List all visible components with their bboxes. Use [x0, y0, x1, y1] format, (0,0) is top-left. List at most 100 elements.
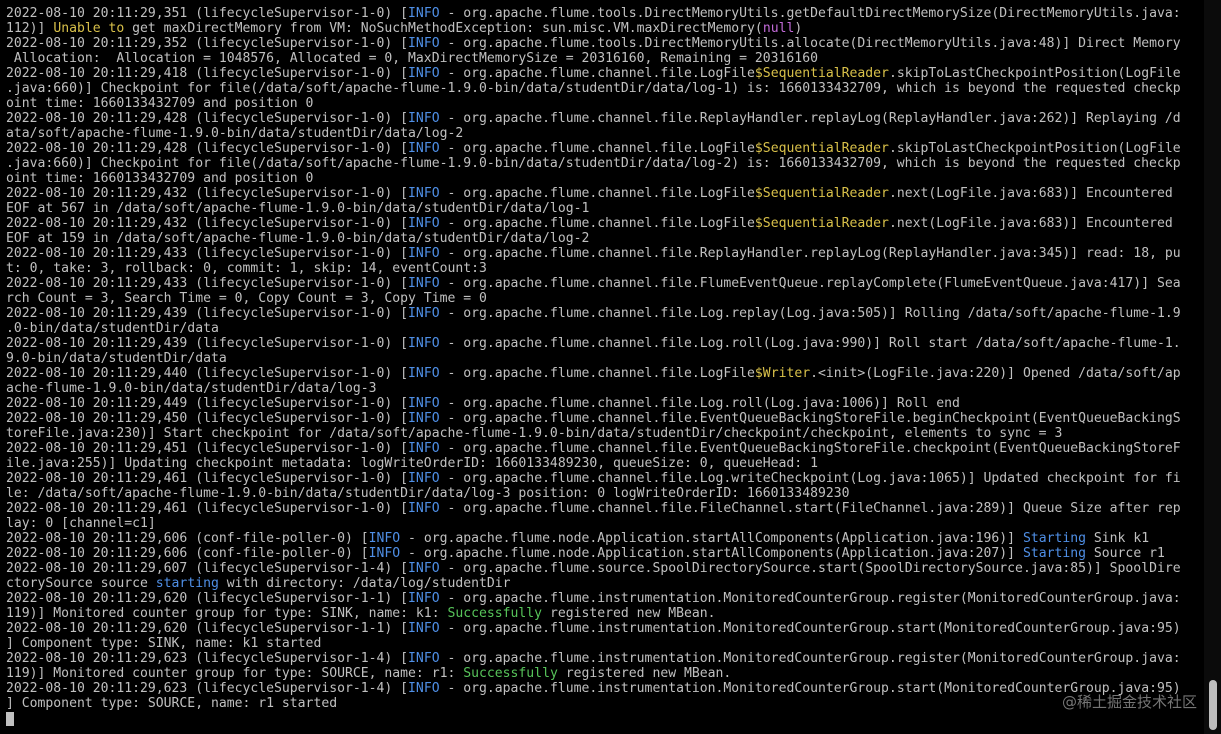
log-text: - org.apache.flume.channel.file.Log.roll…: [439, 396, 960, 411]
log-token-info: INFO: [408, 276, 440, 291]
log-token-yel: $SequentialReader: [754, 66, 889, 81]
log-text: 2022-08-10 20:11:29,607 (lifecycleSuperv…: [6, 561, 409, 576]
log-text: get maxDirectMemory from VM: NoSuchMetho…: [124, 21, 763, 36]
log-token-info: INFO: [408, 501, 440, 516]
log-text: EOF at 567 in /data/soft/apache-flume-1.…: [6, 201, 590, 216]
log-token-info: INFO: [408, 6, 440, 21]
log-line: 119)] Monitored counter group for type: …: [6, 666, 1204, 681]
log-text: - org.apache.flume.channel.file.LogFile: [439, 366, 755, 381]
log-text: .0-bin/data/studentDir/data: [6, 321, 219, 336]
log-text: 2022-08-10 20:11:29,439 (lifecycleSuperv…: [6, 306, 409, 321]
text-cursor: [6, 712, 14, 726]
log-text: oint time: 1660133432709 and position 0: [6, 171, 314, 186]
log-token-info: INFO: [408, 681, 440, 696]
log-text: 2022-08-10 20:11:29,418 (lifecycleSuperv…: [6, 66, 409, 81]
log-text: 2022-08-10 20:11:29,449 (lifecycleSuperv…: [6, 396, 409, 411]
log-text: 2022-08-10 20:11:29,451 (lifecycleSuperv…: [6, 441, 409, 456]
log-line: rch Count = 3, Search Time = 0, Copy Cou…: [6, 291, 1204, 306]
log-line: ata/soft/apache-flume-1.9.0-bin/data/stu…: [6, 126, 1204, 141]
log-line: 2022-08-10 20:11:29,606 (conf-file-polle…: [6, 546, 1204, 561]
log-line: ] Component type: SOURCE, name: r1 start…: [6, 696, 1204, 711]
log-text: Allocation: Allocation = 1048576, Alloca…: [6, 51, 818, 66]
log-token-info: INFO: [408, 306, 440, 321]
log-text: ] Component type: SOURCE, name: r1 start…: [6, 696, 338, 711]
log-text: .java:660)] Checkpoint for file(/data/so…: [6, 156, 1181, 171]
log-line: 2022-08-10 20:11:29,461 (lifecycleSuperv…: [6, 501, 1204, 516]
terminal-output[interactable]: 2022-08-10 20:11:29,351 (lifecycleSuperv…: [0, 0, 1204, 734]
log-line: 2022-08-10 20:11:29,433 (lifecycleSuperv…: [6, 246, 1204, 261]
log-text: 2022-08-10 20:11:29,351 (lifecycleSuperv…: [6, 6, 409, 21]
log-text: 2022-08-10 20:11:29,461 (lifecycleSuperv…: [6, 471, 409, 486]
log-token-info: INFO: [408, 186, 440, 201]
log-line: 2022-08-10 20:11:29,428 (lifecycleSuperv…: [6, 111, 1204, 126]
log-line: 2022-08-10 20:11:29,449 (lifecycleSuperv…: [6, 396, 1204, 411]
log-text: 2022-08-10 20:11:29,623 (lifecycleSuperv…: [6, 681, 409, 696]
log-text: 9.0-bin/data/studentDir/data: [6, 351, 227, 366]
log-token-info: INFO: [408, 471, 440, 486]
log-text: ache-flume-1.9.0-bin/data/studentDir/dat…: [6, 381, 377, 396]
log-line: EOF at 567 in /data/soft/apache-flume-1.…: [6, 201, 1204, 216]
log-text: 2022-08-10 20:11:29,461 (lifecycleSuperv…: [6, 501, 409, 516]
log-text: .skipToLastCheckpointPosition(LogFile: [888, 141, 1181, 156]
log-line: 9.0-bin/data/studentDir/data: [6, 351, 1204, 366]
log-text: 2022-08-10 20:11:29,428 (lifecycleSuperv…: [6, 141, 409, 156]
log-line: ache-flume-1.9.0-bin/data/studentDir/dat…: [6, 381, 1204, 396]
log-token-info: INFO: [408, 366, 440, 381]
log-line: ctorySource source starting with directo…: [6, 576, 1204, 591]
log-text: ] Component type: SINK, name: k1 started: [6, 636, 322, 651]
log-text: ): [794, 21, 803, 36]
log-line: 2022-08-10 20:11:29,451 (lifecycleSuperv…: [6, 441, 1204, 456]
log-token-info: INFO: [408, 141, 440, 156]
log-line: 2022-08-10 20:11:29,620 (lifecycleSuperv…: [6, 591, 1204, 606]
log-text: registered new MBean.: [542, 606, 716, 621]
log-text: - org.apache.flume.channel.file.FlumeEve…: [439, 276, 1181, 291]
log-line: 2022-08-10 20:11:29,607 (lifecycleSuperv…: [6, 561, 1204, 576]
log-text: - org.apache.flume.instrumentation.Monit…: [439, 591, 1181, 606]
log-text: .next(LogFile.java:683)] Encountered: [888, 186, 1173, 201]
log-line: le: /data/soft/apache-flume-1.9.0-bin/da…: [6, 486, 1204, 501]
log-line: 2022-08-10 20:11:29,623 (lifecycleSuperv…: [6, 681, 1204, 696]
log-token-info: INFO: [368, 546, 401, 561]
log-line: 2022-08-10 20:11:29,418 (lifecycleSuperv…: [6, 66, 1204, 81]
log-text: - org.apache.flume.channel.file.FileChan…: [439, 501, 1181, 516]
log-text: - org.apache.flume.instrumentation.Monit…: [439, 651, 1181, 666]
log-text: - org.apache.flume.channel.file.Log.roll…: [439, 336, 1181, 351]
log-text: - org.apache.flume.channel.file.Log.repl…: [439, 306, 1181, 321]
log-token-grn: Successfully: [463, 666, 558, 681]
log-line: 2022-08-10 20:11:29,439 (lifecycleSuperv…: [6, 306, 1204, 321]
log-text: - org.apache.flume.node.Application.star…: [400, 546, 1023, 561]
log-text: - org.apache.flume.channel.file.LogFile: [439, 186, 755, 201]
log-line: 2022-08-10 20:11:29,432 (lifecycleSuperv…: [6, 216, 1204, 231]
log-text: le: /data/soft/apache-flume-1.9.0-bin/da…: [6, 486, 850, 501]
scrollbar-thumb[interactable]: [1209, 680, 1217, 730]
log-token-info: starting: [155, 576, 219, 591]
log-line: 2022-08-10 20:11:29,620 (lifecycleSuperv…: [6, 621, 1204, 636]
log-token-info: INFO: [408, 336, 440, 351]
log-text: Source r1: [1086, 546, 1165, 561]
log-text: 2022-08-10 20:11:29,606 (conf-file-polle…: [6, 546, 369, 561]
log-text: - org.apache.flume.tools.DirectMemoryUti…: [439, 6, 1181, 21]
log-token-info: Starting: [1022, 546, 1087, 561]
log-text: ctorySource source: [6, 576, 156, 591]
log-token-info: INFO: [408, 36, 440, 51]
log-token-info: INFO: [408, 441, 440, 456]
log-text: EOF at 159 in /data/soft/apache-flume-1.…: [6, 231, 590, 246]
log-text: 2022-08-10 20:11:29,620 (lifecycleSuperv…: [6, 591, 409, 606]
log-text: - org.apache.flume.channel.file.EventQue…: [439, 411, 1181, 426]
log-line: 2022-08-10 20:11:29,428 (lifecycleSuperv…: [6, 141, 1204, 156]
log-line: .0-bin/data/studentDir/data: [6, 321, 1204, 336]
log-line: 112)] Unable to get maxDirectMemory from…: [6, 21, 1204, 36]
log-line: .java:660)] Checkpoint for file(/data/so…: [6, 81, 1204, 96]
log-text: rch Count = 3, Search Time = 0, Copy Cou…: [6, 291, 487, 306]
log-token-info: INFO: [408, 396, 440, 411]
log-text: lay: 0 [channel=c1]: [6, 516, 156, 531]
log-line: 2022-08-10 20:11:29,351 (lifecycleSuperv…: [6, 6, 1204, 21]
log-text: 2022-08-10 20:11:29,352 (lifecycleSuperv…: [6, 36, 409, 51]
log-text: - org.apache.flume.node.Application.star…: [400, 531, 1023, 546]
log-line: toreFile.java:230)] Start checkpoint for…: [6, 426, 1204, 441]
vertical-scrollbar[interactable]: [1204, 0, 1221, 734]
log-text: 2022-08-10 20:11:29,440 (lifecycleSuperv…: [6, 366, 409, 381]
log-text: Sink k1: [1086, 531, 1150, 546]
log-token-grn: Successfully: [447, 606, 543, 621]
log-text: 2022-08-10 20:11:29,433 (lifecycleSuperv…: [6, 276, 409, 291]
